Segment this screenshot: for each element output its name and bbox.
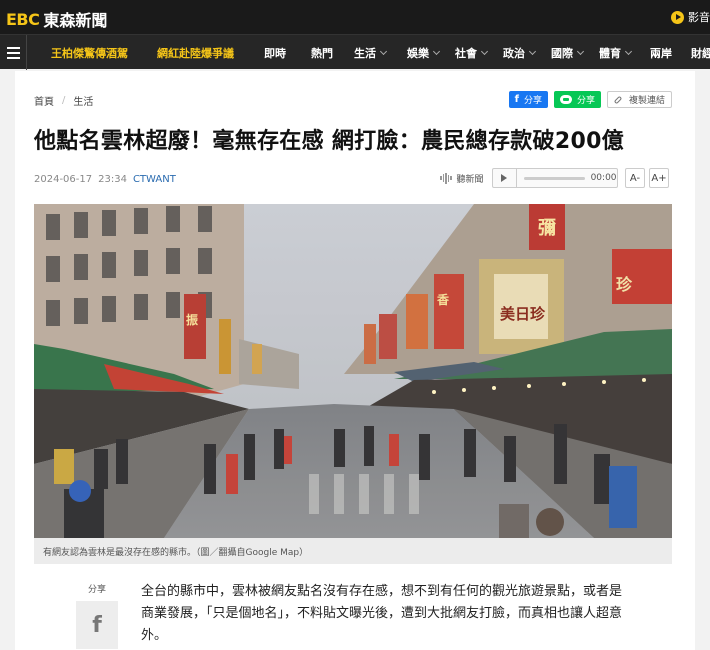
article-title: 他點名雲林超廢！毫無存在感 網打臉：農民總存款破200億 (34, 129, 624, 154)
image-caption: 有網友認為雲林是最沒存在感的縣市。（圖／翻攝自Google Map） (34, 538, 672, 564)
chevron-down-icon (432, 47, 441, 55)
copy-link-label: 複製連結 (628, 96, 665, 106)
svg-text:振: 振 (186, 312, 198, 327)
street-scene-illustration: 彌 珍 美日珍 振 香 (34, 204, 672, 538)
article-card: 首頁 / 生活 f 分享 分享 複製連結 他點名雲林超廢！毫無存在感 網打臉：農… (15, 71, 695, 650)
video-label: 影音 (688, 11, 710, 24)
facebook-side-share-button[interactable]: f (76, 601, 118, 649)
svg-text:美日珍: 美日珍 (500, 305, 546, 323)
chevron-down-icon (576, 47, 585, 55)
breadcrumb: 首頁 / 生活 (34, 93, 93, 108)
facebook-share-button[interactable]: f 分享 (508, 91, 548, 108)
line-icon (559, 95, 572, 104)
line-share-button[interactable]: 分享 (553, 91, 601, 108)
audio-time: 00:00 (590, 173, 617, 183)
ebc-logo-mark: EBC (6, 9, 40, 29)
play-icon (671, 10, 684, 24)
side-share: 分享 f (74, 582, 120, 649)
nav-item[interactable]: 熱門 (311, 45, 333, 61)
listen-news-label: 聽新聞 (456, 174, 484, 185)
top-bar: EBC 東森新聞 影音 (0, 0, 710, 34)
nav-item[interactable]: 生活 (354, 45, 388, 61)
video-link[interactable]: 影音 (671, 9, 710, 25)
publish-date: 2024-06-17 (34, 174, 93, 185)
nav-items: 王柏傑驚傳酒駕 網紅赴陸爆爭議 即時 熱門 生活 娛樂 社會 政治 國際 體育 兩岸 財經 (26, 35, 710, 70)
hamburger-menu-icon[interactable] (7, 47, 20, 62)
share-toolbar: f 分享 分享 複製連結 (508, 91, 672, 108)
font-larger-button[interactable]: A+ (649, 168, 669, 188)
sound-wave-icon (440, 172, 453, 184)
audio-player: 00:00 (491, 168, 618, 188)
audio-play-icon[interactable] (500, 174, 507, 182)
nav-item[interactable]: 財經 (691, 45, 710, 61)
side-share-label: 分享 (87, 585, 106, 595)
svg-text:香: 香 (436, 292, 449, 307)
breadcrumb-separator: / (62, 95, 66, 106)
chevron-down-icon (624, 47, 633, 55)
breadcrumb-home[interactable]: 首頁 (34, 93, 54, 108)
nav-item[interactable]: 兩岸 (650, 45, 672, 61)
facebook-share-label: 分享 (523, 96, 542, 106)
facebook-icon: f (514, 94, 519, 105)
line-share-label: 分享 (576, 96, 595, 106)
nav-item[interactable]: 體育 (599, 45, 633, 61)
site-logo[interactable]: EBC 東森新聞 (6, 7, 107, 31)
chevron-down-icon (528, 47, 537, 55)
listen-news: 聽新聞 00:00 (440, 168, 618, 188)
nav-item[interactable]: 社會 (455, 45, 489, 61)
svg-text:珍: 珍 (616, 275, 633, 294)
link-icon (613, 95, 623, 104)
article-meta: 2024-06-17 23:34 CTWANT (34, 174, 176, 185)
article-source[interactable]: CTWANT (133, 174, 176, 185)
font-smaller-button[interactable]: A- (625, 168, 645, 188)
audio-progress-bar[interactable] (524, 176, 585, 180)
svg-text:彌: 彌 (538, 218, 556, 239)
article-body-paragraph: 全台的縣市中，雲林被網友點名沒有存在感，想不到有任何的觀光旅遊景點，或者是商業發… (141, 584, 623, 643)
chevron-down-icon (379, 47, 388, 55)
nav-item[interactable]: 政治 (503, 45, 537, 61)
site-name: 東森新聞 (43, 11, 108, 30)
copy-link-button[interactable]: 複製連結 (606, 91, 672, 108)
nav-item[interactable]: 娛樂 (407, 45, 441, 61)
facebook-icon: f (92, 612, 102, 638)
nav-item[interactable]: 即時 (264, 45, 286, 61)
publish-time: 23:34 (98, 174, 127, 185)
nav-hot-topic[interactable]: 王柏傑驚傳酒駕 (51, 45, 128, 61)
breadcrumb-category[interactable]: 生活 (73, 93, 93, 108)
nav-item[interactable]: 國際 (551, 45, 585, 61)
article-hero-image: 彌 珍 美日珍 振 香 (34, 204, 672, 538)
chevron-down-icon (480, 47, 489, 55)
main-nav: 王柏傑驚傳酒駕 網紅赴陸爆爭議 即時 熱門 生活 娛樂 社會 政治 國際 體育 兩岸 財經 (0, 34, 710, 70)
nav-hot-topic[interactable]: 網紅赴陸爆爭議 (157, 45, 234, 61)
